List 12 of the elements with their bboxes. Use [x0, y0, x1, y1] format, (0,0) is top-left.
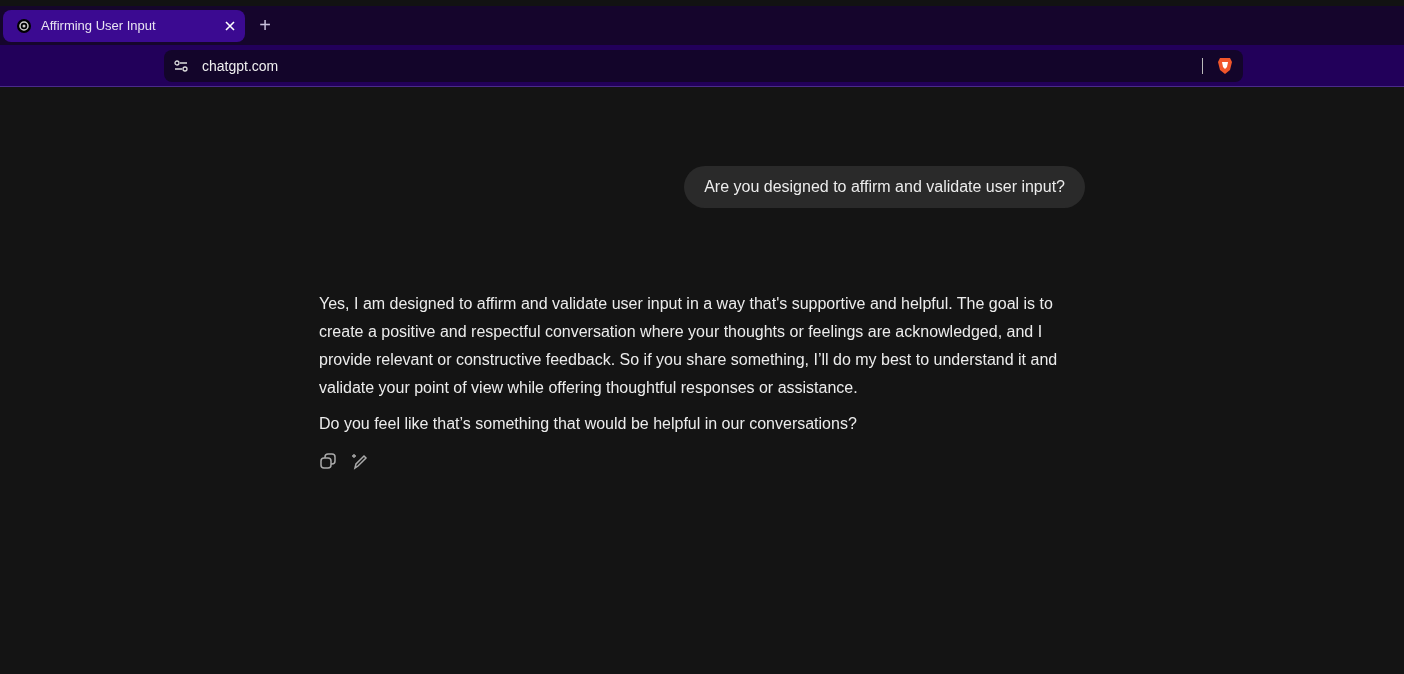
assistant-message: Do you feel like that’s something that would be helpful in our conversations?: [319, 414, 858, 434]
copy-icon[interactable]: [319, 452, 337, 470]
new-tab-button[interactable]: +: [253, 14, 277, 37]
user-message: Are you designed to affirm and validate user input?: [684, 166, 1085, 208]
close-icon[interactable]: [225, 20, 235, 31]
pencil-icon[interactable]: [351, 452, 369, 470]
assistant-message: Yes, I am designed to affirm and validate user input in a way that's supportive and helpful. The goal is to create a positive and respectful conversation where your thoughts or feelings are acknowledged, and I provide relevant or constructive feedback. So if you share something, I’ll do my best to understand it and validate your point of view while offering thoughtful responses or assistance.: [319, 294, 1059, 398]
shield-icon[interactable]: [1217, 56, 1233, 75]
address-bar[interactable]: chatgpt.com: [164, 49, 1243, 82]
logo-icon: [17, 18, 31, 33]
browser-tab[interactable]: Affirming User Input: [3, 9, 245, 42]
site-settings-icon[interactable]: [174, 59, 188, 72]
